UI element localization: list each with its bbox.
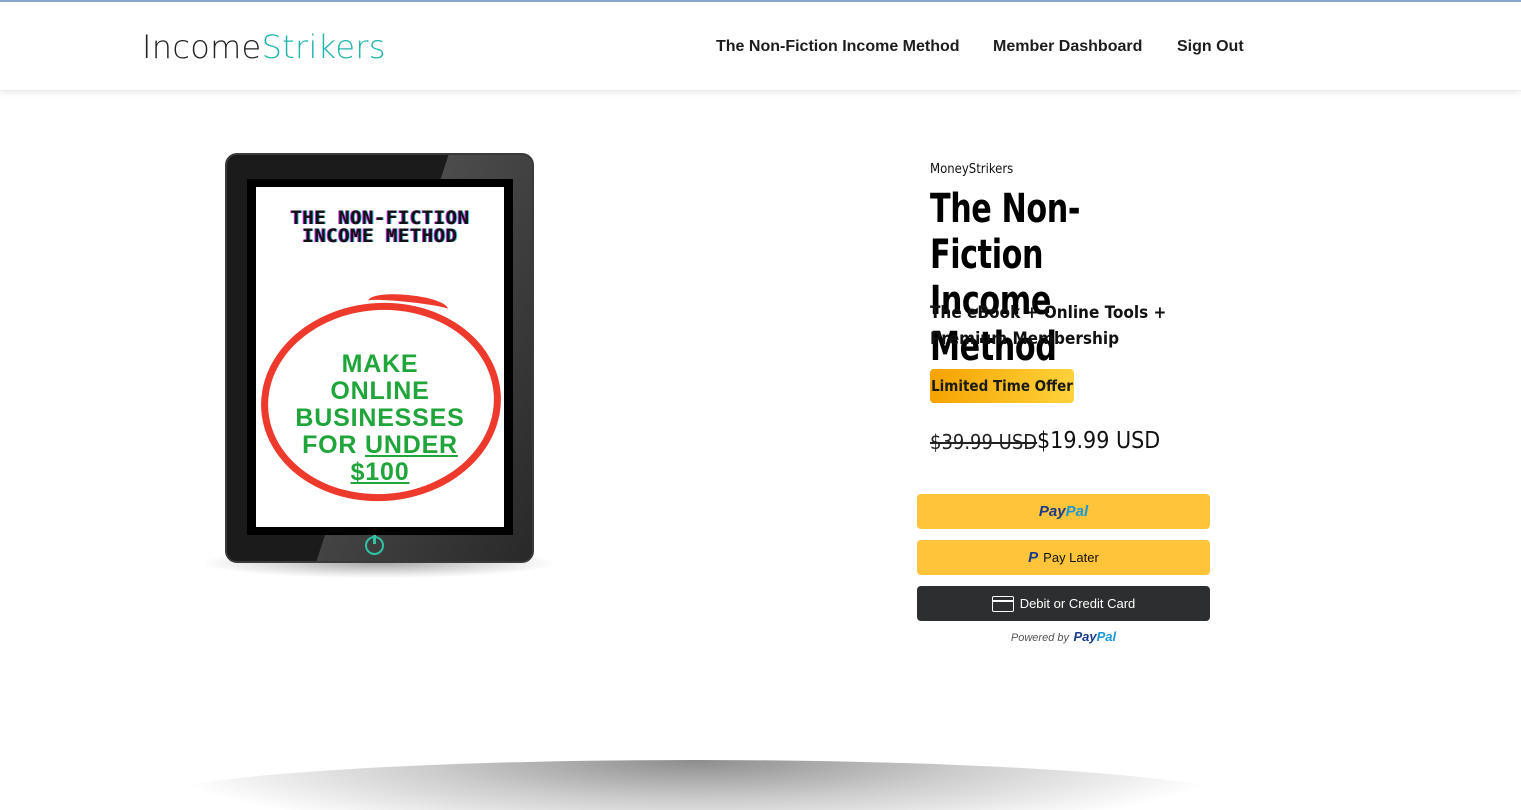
powered-paypal-logo: PayPal	[1073, 629, 1117, 644]
cover-line-4: FOR UNDER	[256, 432, 504, 459]
product-subtitle: The eBook + Online Tools + Premium Membe…	[930, 303, 1167, 349]
book-cover: THE NON-FICTION INCOME METHOD MAKE ONLIN…	[256, 187, 504, 527]
debit-credit-card-button[interactable]: Debit or Credit Card	[917, 586, 1210, 621]
book-cover-tagline: MAKE ONLINE BUSINESSES FOR UNDER $100	[256, 351, 504, 486]
cover-line-5: $100	[256, 459, 504, 486]
limited-offer-badge: Limited Time Offer	[930, 369, 1074, 403]
original-price: $39.99 USD	[930, 430, 1038, 454]
tablet-device: THE NON-FICTION INCOME METHOD MAKE ONLIN…	[225, 153, 534, 563]
site-header: IncomeStrikers The Non-Fiction Income Me…	[0, 2, 1521, 91]
tablet-screen-frame: THE NON-FICTION INCOME METHOD MAKE ONLIN…	[247, 179, 513, 535]
cover-line-4-prefix: FOR	[302, 431, 365, 459]
logo-text-strikers: Strikers	[261, 28, 386, 66]
paypal-p-icon: P	[1028, 549, 1039, 566]
powered-by-paypal: Powered by PayPal	[917, 628, 1210, 646]
product-image: THE NON-FICTION INCOME METHOD MAKE ONLIN…	[204, 153, 554, 583]
logo-text-income: Income	[142, 28, 262, 66]
power-icon	[365, 535, 384, 555]
cover-line-3: BUSINESSES	[295, 404, 465, 432]
card-button-label: Debit or Credit Card	[1019, 596, 1136, 611]
cover-line-1: MAKE	[341, 350, 419, 378]
paypal-button[interactable]: PayPal	[917, 494, 1210, 529]
pay-later-button[interactable]: P Pay Later	[917, 540, 1210, 575]
nav-link-non-fiction-income-method[interactable]: The Non-Fiction Income Method	[716, 38, 960, 56]
sale-price: $19.99 USD	[1037, 428, 1161, 454]
credit-card-icon	[991, 595, 1014, 612]
pay-later-label: Pay Later	[1043, 550, 1099, 565]
book-cover-title: THE NON-FICTION INCOME METHOD	[290, 207, 470, 247]
cover-line-5-price: $100	[350, 458, 410, 486]
powered-by-label: Powered by	[1010, 632, 1069, 644]
cover-line-2: ONLINE	[330, 377, 430, 405]
nav-link-sign-out[interactable]: Sign Out	[1177, 38, 1244, 56]
page: IncomeStrikers The Non-Fiction Income Me…	[0, 0, 1521, 810]
bottom-section-shadow	[150, 760, 1240, 810]
cover-line-4-underline: UNDER	[365, 431, 458, 459]
nav-link-member-dashboard[interactable]: Member Dashboard	[993, 38, 1142, 56]
product-brand: MoneyStrikers	[930, 162, 1014, 177]
paypal-wordmark: PayPal	[1038, 503, 1089, 520]
site-logo[interactable]: IncomeStrikers	[142, 28, 386, 66]
